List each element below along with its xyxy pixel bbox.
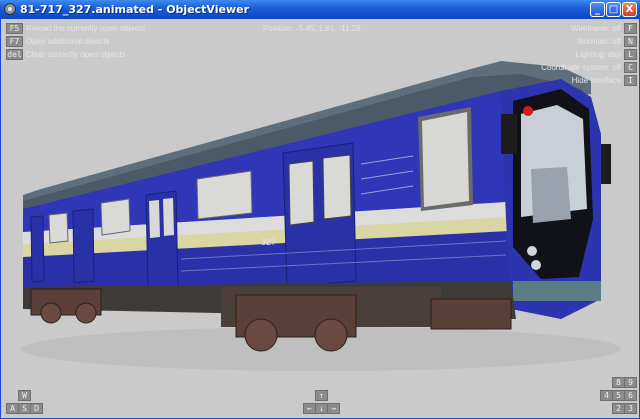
arrow-right-icon[interactable]: → (327, 403, 340, 414)
key-w[interactable]: W (18, 390, 31, 401)
coordinate-system-label[interactable]: Coordinate system: off (541, 62, 621, 73)
window-title: 81-717_327.animated - ObjectViewer (20, 3, 250, 16)
key-f5: F5 (6, 23, 23, 34)
key-num-6[interactable]: 6 (624, 390, 637, 401)
key-c: C (624, 62, 637, 73)
wireframe-label[interactable]: Wireframe: off (571, 23, 621, 34)
close-button[interactable]: X (622, 2, 637, 17)
arrow-up-icon[interactable]: ↑ (315, 390, 328, 401)
object-viewer-window: 81-717_327.animated - ObjectViewer _ □ X (0, 0, 640, 419)
position-readout: Position: -5.45, 1.61, -11.26 (263, 24, 361, 33)
lighting-label[interactable]: Lighting: day (576, 49, 621, 60)
key-n: N (624, 36, 637, 47)
normals-label[interactable]: Normals: off (578, 36, 621, 47)
key-d[interactable]: D (30, 403, 43, 414)
subway-car-render: 327 (21, 61, 621, 371)
reload-objects-label[interactable]: Reload the currently open objects (26, 23, 145, 34)
3d-viewport[interactable]: 327 F5 Reload the currently open objects… (0, 19, 640, 419)
title-bar[interactable]: 81-717_327.animated - ObjectViewer _ □ X (0, 0, 640, 19)
app-icon[interactable] (4, 3, 16, 15)
car-number-label: 327 (261, 237, 276, 247)
open-objects-label[interactable]: Open additional objects (26, 36, 110, 47)
key-f: F (624, 23, 637, 34)
key-del: del (6, 49, 23, 60)
key-i: I (624, 75, 637, 86)
key-l: L (624, 49, 637, 60)
hide-interface-label[interactable]: Hide interface (572, 75, 621, 86)
minimize-button[interactable]: _ (590, 2, 605, 17)
maximize-button[interactable]: □ (606, 2, 621, 17)
key-f7: F7 (6, 36, 23, 47)
key-num-3[interactable]: 3 (624, 403, 637, 414)
clear-objects-label[interactable]: Clear currently open objects (26, 49, 126, 60)
key-num-9[interactable]: 9 (624, 377, 637, 388)
